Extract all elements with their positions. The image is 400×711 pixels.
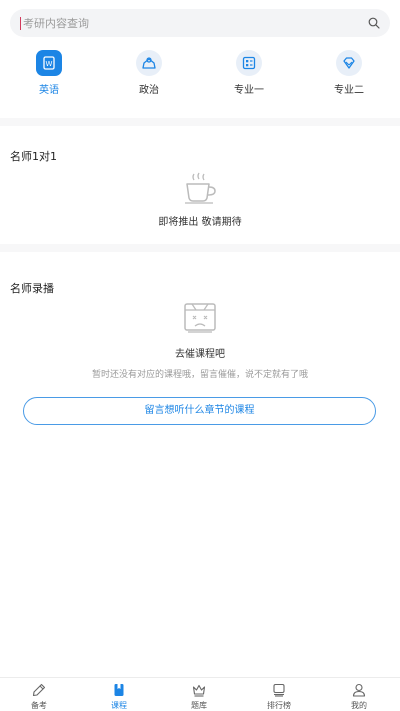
- recorded-empty-subtitle: 暂时还没有对应的课程哦，留言催催，说不定就有了哦: [91, 370, 308, 380]
- request-course-button[interactable]: 留言想听什么章节的课程: [23, 397, 376, 425]
- tab-ranking[interactable]: 排行榜: [249, 678, 309, 711]
- tab-label: 题库: [191, 701, 207, 710]
- politics-icon: [136, 50, 162, 76]
- empty-box-icon: [184, 303, 216, 333]
- english-book-icon: W: [36, 50, 62, 76]
- category-major-one[interactable]: 专业一: [219, 50, 279, 100]
- tab-label: 我的: [351, 701, 367, 710]
- category-major-two[interactable]: 专业二: [319, 50, 379, 100]
- category-politics[interactable]: 政治: [119, 50, 179, 100]
- tab-mine[interactable]: 我的: [329, 678, 389, 711]
- ranking-icon: [273, 683, 285, 697]
- tab-label: 备考: [31, 701, 47, 710]
- section-divider: [0, 244, 400, 252]
- text-caret: [20, 17, 21, 30]
- search-icon[interactable]: [368, 17, 380, 29]
- svg-text:W: W: [46, 60, 53, 68]
- category-label: 专业二: [334, 85, 364, 96]
- bottom-tab-bar: 备考 课程 题库 排行榜 我的: [0, 677, 400, 711]
- crown-icon: [192, 684, 206, 697]
- recorded-empty-title: 去催课程吧: [175, 349, 225, 360]
- recorded-section-title: 名师录播: [10, 282, 54, 295]
- category-label: 英语: [39, 85, 59, 96]
- category-label: 政治: [139, 85, 159, 96]
- tab-question-bank[interactable]: 题库: [169, 678, 229, 711]
- major-two-icon: [336, 50, 362, 76]
- coffee-cup-icon: [185, 172, 216, 204]
- tutor-section-title: 名师1对1: [10, 150, 57, 163]
- category-english[interactable]: W 英语: [19, 50, 79, 100]
- category-row: W 英语 政治 专业一 专业二: [0, 50, 400, 100]
- tab-label: 排行榜: [267, 701, 291, 710]
- course-book-icon: [114, 684, 124, 696]
- search-input[interactable]: [23, 9, 363, 37]
- tutor-empty-text: 即将推出 敬请期待: [158, 217, 242, 228]
- tab-label: 课程: [111, 701, 127, 710]
- major-one-icon: [236, 50, 262, 76]
- tab-prep[interactable]: 备考: [9, 678, 69, 711]
- section-divider: [0, 118, 400, 126]
- pen-icon: [32, 683, 46, 697]
- tab-course[interactable]: 课程: [89, 678, 149, 711]
- user-icon: [352, 683, 366, 697]
- search-bar[interactable]: [10, 9, 390, 37]
- category-label: 专业一: [234, 85, 264, 96]
